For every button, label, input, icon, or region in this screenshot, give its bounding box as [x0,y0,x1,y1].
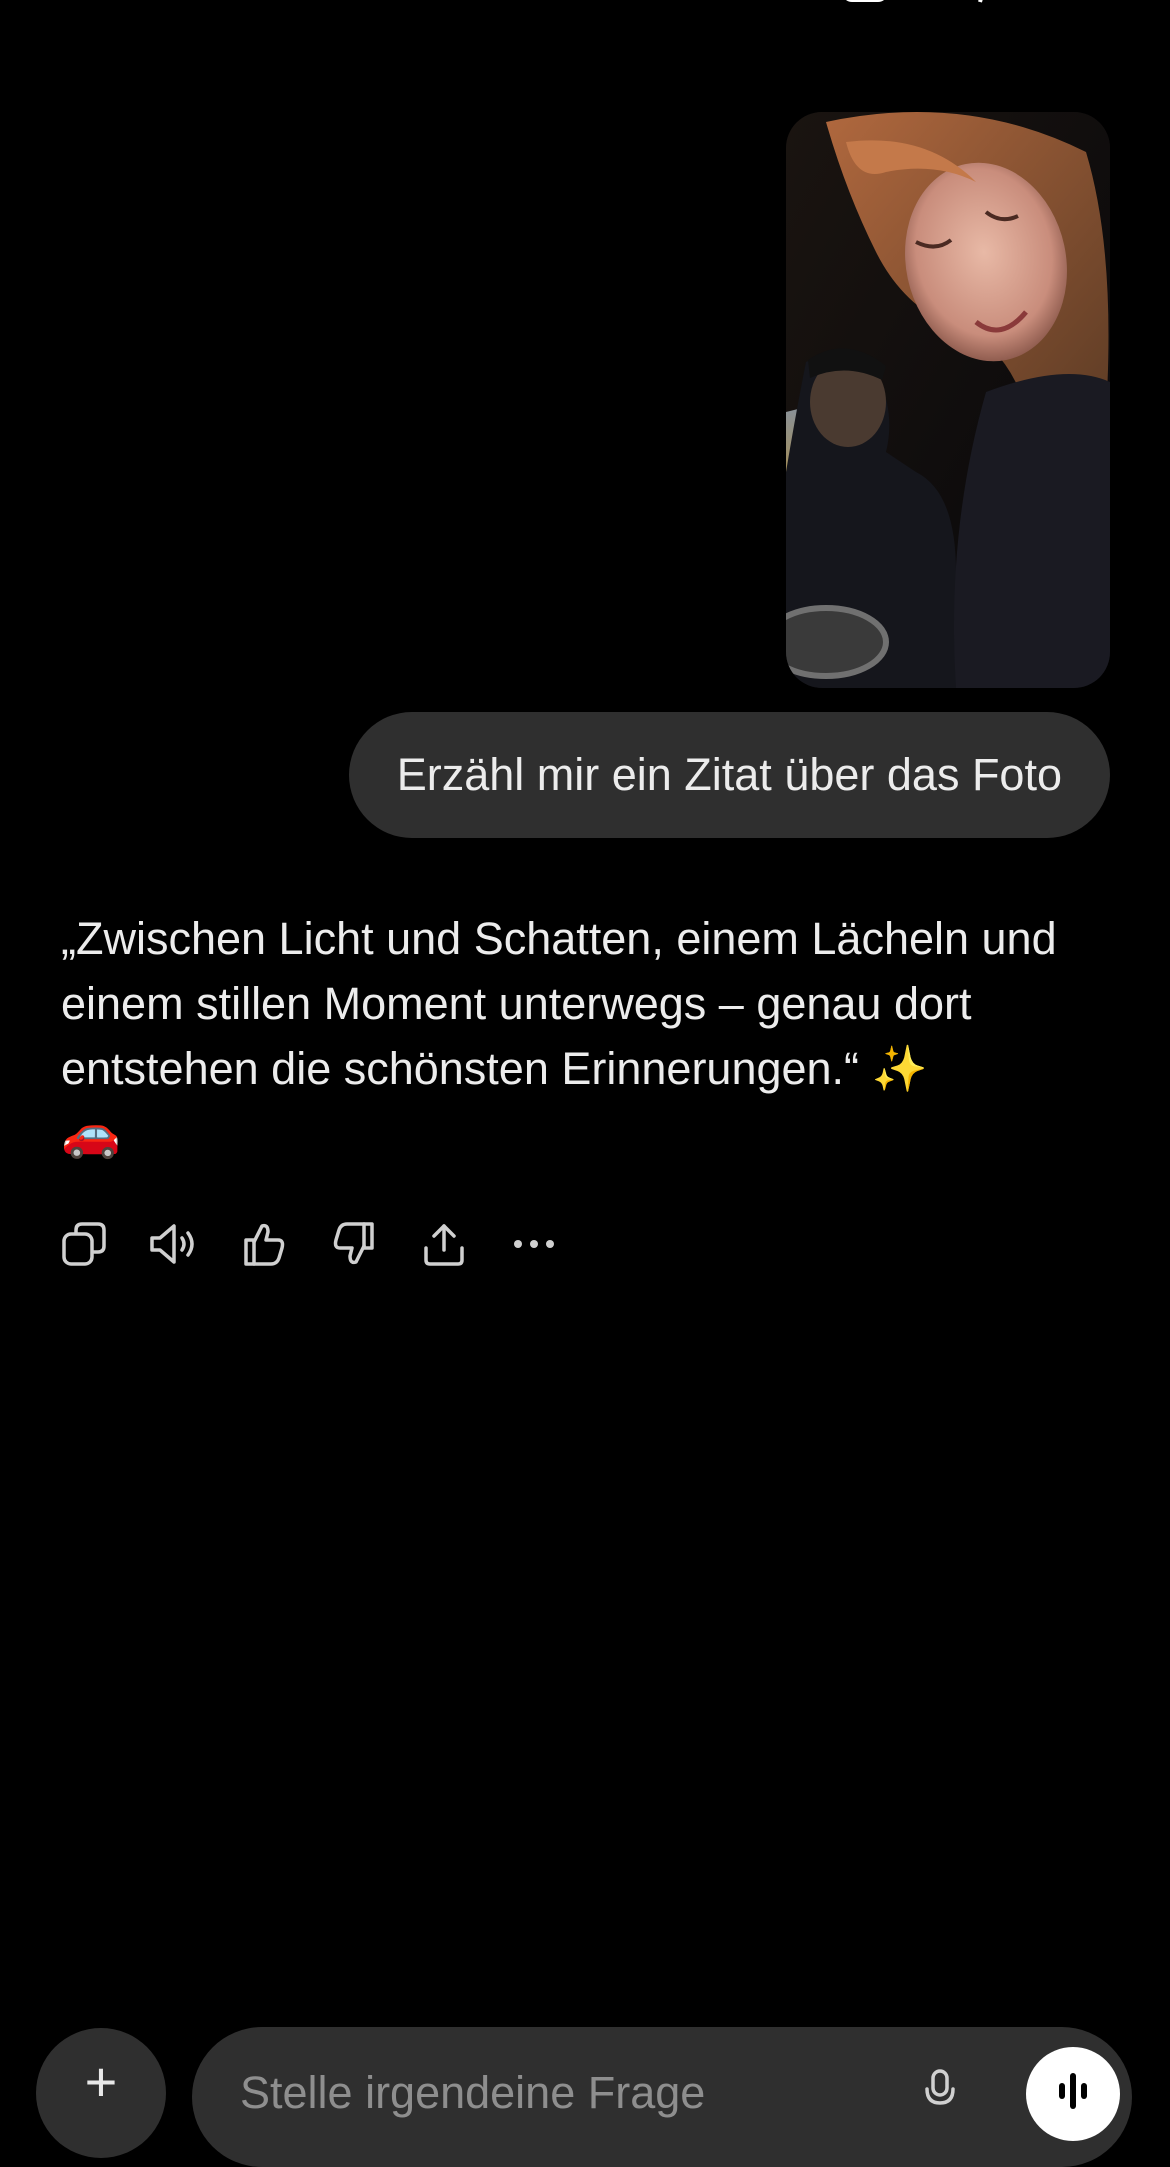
top-toolbar [840,0,1010,6]
user-photo-attachment[interactable] [786,112,1110,688]
plus-icon: + [84,2050,118,2113]
assistant-message-text: „Zwischen Licht und Schatten, einem Läch… [61,913,1057,1094]
attach-button[interactable]: + [36,2028,166,2158]
user-message-bubble: Erzähl mir ein Zitat über das Foto [348,712,1110,838]
thumbs-down-button[interactable] [328,1218,380,1270]
read-aloud-button[interactable] [148,1218,200,1270]
message-input[interactable]: Stelle irgendeine Frage [192,2027,1132,2167]
share-button[interactable] [418,1218,470,1270]
copy-icon [62,1222,106,1266]
more-icon [514,1240,554,1248]
car-emoji: 🚗 [61,1105,121,1161]
new-chat-icon[interactable] [840,0,890,6]
microphone-icon[interactable] [924,2065,956,2113]
share-icon [424,1224,464,1266]
user-message-text: Erzähl mir ein Zitat über das Foto [396,749,1062,800]
more-options-button[interactable] [508,1218,560,1270]
thumbs-down-icon [333,1222,374,1265]
voice-waveform-icon [1059,2073,1087,2109]
thumbs-up-button[interactable] [238,1218,290,1270]
read-aloud-icon [150,1224,194,1264]
copy-button[interactable] [58,1218,110,1270]
edit-icon[interactable] [960,0,1010,6]
message-action-bar [58,1218,560,1270]
voice-mode-button[interactable] [1026,2047,1120,2141]
assistant-message: „Zwischen Licht und Schatten, einem Läch… [61,906,1111,1165]
thumbs-up-icon [244,1223,285,1266]
message-input-placeholder: Stelle irgendeine Frage [240,2067,706,2118]
